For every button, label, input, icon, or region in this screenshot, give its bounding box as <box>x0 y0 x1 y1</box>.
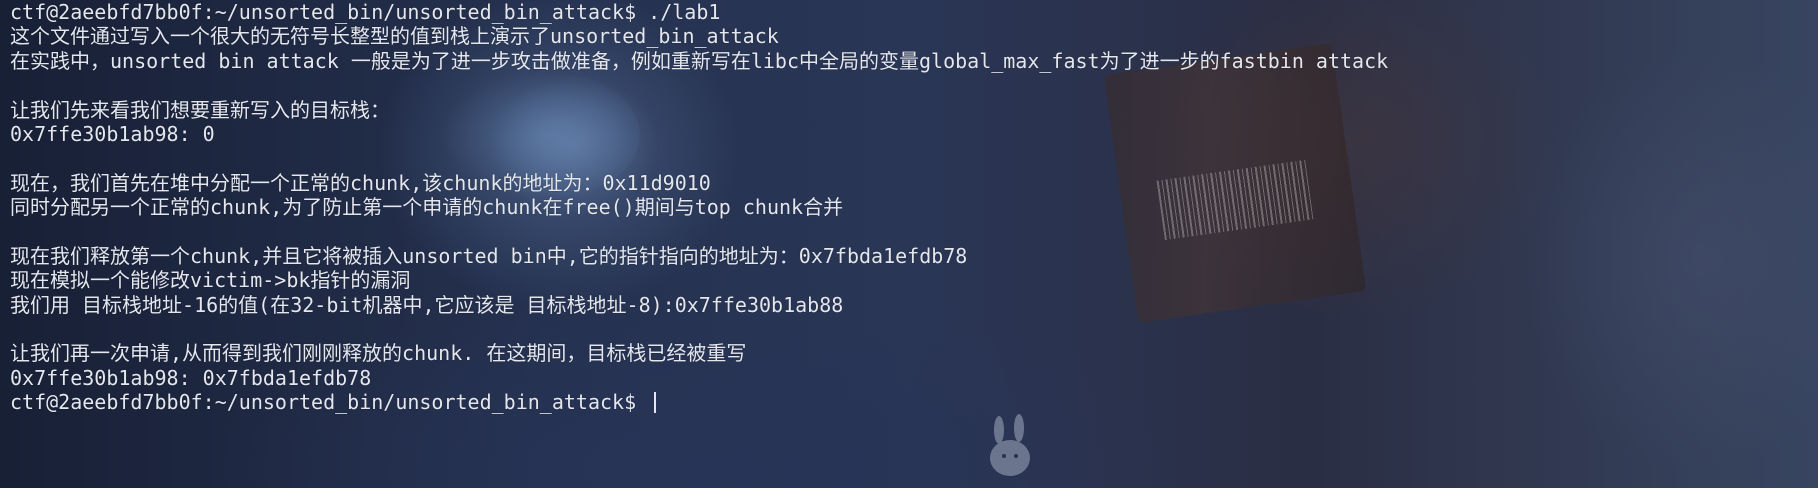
terminal-line: 现在我们释放第一个chunk,并且它将被插入unsorted bin中,它的指针… <box>10 243 968 268</box>
terminal-line: ctf@2aeebfd7bb0f:~/unsorted_bin/unsorted… <box>10 0 721 24</box>
terminal-line: 0x7ffe30b1ab98: 0x7fbda1efdb78 <box>10 365 372 390</box>
terminal-line: 现在，我们首先在堆中分配一个正常的chunk,该chunk的地址为：0x11d9… <box>10 170 711 195</box>
shell-prompt: ctf@2aeebfd7bb0f:~/unsorted_bin/unsorted… <box>10 390 649 415</box>
terminal-line: 现在模拟一个能修改victim->bk指针的漏洞 <box>10 268 411 293</box>
terminal-line: 0x7ffe30b1ab98: 0 <box>10 121 215 146</box>
terminal-line: 在实践中，unsorted bin attack 一般是为了进一步攻击做准备，例… <box>10 48 1389 73</box>
terminal-line: 我们用 目标栈地址-16的值(在32-bit机器中,它应该是 目标栈地址-8):… <box>10 292 844 317</box>
terminal-line: 同时分配另一个正常的chunk,为了防止第一个申请的chunk在free()期间… <box>10 195 844 220</box>
terminal-line: 这个文件通过写入一个很大的无符号长整型的值到栈上演示了unsorted_bin_… <box>10 24 779 49</box>
terminal-prompt-line[interactable]: ctf@2aeebfd7bb0f:~/unsorted_bin/unsorted… <box>10 390 1818 414</box>
terminal-line: 让我们先来看我们想要重新写入的目标栈： <box>10 97 390 122</box>
text-cursor <box>654 391 656 413</box>
terminal-line: 让我们再一次申请,从而得到我们刚刚释放的chunk. 在这期间，目标栈已经被重写 <box>10 341 747 366</box>
terminal-output[interactable]: ctf@2aeebfd7bb0f:~/unsorted_bin/unsorted… <box>0 0 1818 488</box>
